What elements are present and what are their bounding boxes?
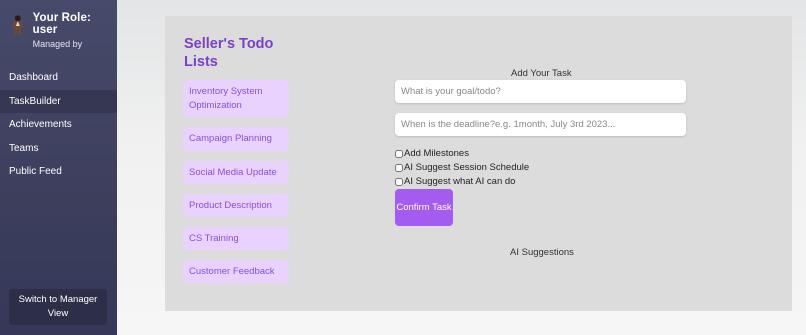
todo-list-item[interactable]: Customer Feedback xyxy=(183,260,289,283)
add-milestones-label: Add Milestones xyxy=(404,148,469,159)
role-subtitle: Managed by xyxy=(32,39,83,49)
switch-to-manager-button[interactable]: Switch to Manager View xyxy=(9,289,107,325)
ai-what-can-do-label: AI Suggest what AI can do xyxy=(404,176,516,187)
todo-list-item[interactable]: Social Media Update xyxy=(183,161,289,184)
user-avatar-icon xyxy=(11,15,24,35)
add-milestones-option[interactable]: Add Milestones xyxy=(395,147,469,160)
add-milestones-checkbox[interactable] xyxy=(395,149,403,158)
ai-session-schedule-checkbox[interactable] xyxy=(395,163,403,172)
page-title: Seller's Todo Lists xyxy=(184,36,274,70)
ai-what-can-do-checkbox[interactable] xyxy=(395,177,403,186)
add-task-title: Add Your Task xyxy=(511,68,572,79)
todo-list-item[interactable]: Campaign Planning xyxy=(183,127,289,151)
deadline-input[interactable] xyxy=(395,113,686,136)
main-card: Seller's Todo Lists Inventory System Opt… xyxy=(165,16,792,311)
sidebar-nav: Dashboard TaskBuilder Achievements Teams… xyxy=(0,66,117,184)
todo-list-item[interactable]: CS Training xyxy=(183,227,289,250)
sidebar-item-taskbuilder[interactable]: TaskBuilder xyxy=(0,89,117,113)
todo-list-item[interactable]: Inventory System Optimization xyxy=(183,80,289,117)
sidebar-item-teams[interactable]: Teams xyxy=(0,137,117,161)
goal-input[interactable] xyxy=(395,80,686,103)
sidebar-item-achievements[interactable]: Achievements xyxy=(0,113,117,137)
ai-session-schedule-option[interactable]: AI Suggest Session Schedule xyxy=(395,161,529,174)
role-title: Your Role: user xyxy=(32,12,91,36)
ai-session-schedule-label: AI Suggest Session Schedule xyxy=(404,162,530,173)
ai-what-can-do-option[interactable]: AI Suggest what AI can do xyxy=(395,175,515,188)
sidebar: Your Role: user Managed by Dashboard Tas… xyxy=(0,0,117,335)
sidebar-item-dashboard[interactable]: Dashboard xyxy=(0,66,117,90)
todo-list-item[interactable]: Product Description xyxy=(183,194,289,217)
role-header: Your Role: user Managed by xyxy=(9,12,117,49)
sidebar-item-public-feed[interactable]: Public Feed xyxy=(0,160,117,184)
ai-suggestions-title: AI Suggestions xyxy=(510,247,574,258)
confirm-task-button[interactable]: Confirm Task xyxy=(395,189,453,226)
